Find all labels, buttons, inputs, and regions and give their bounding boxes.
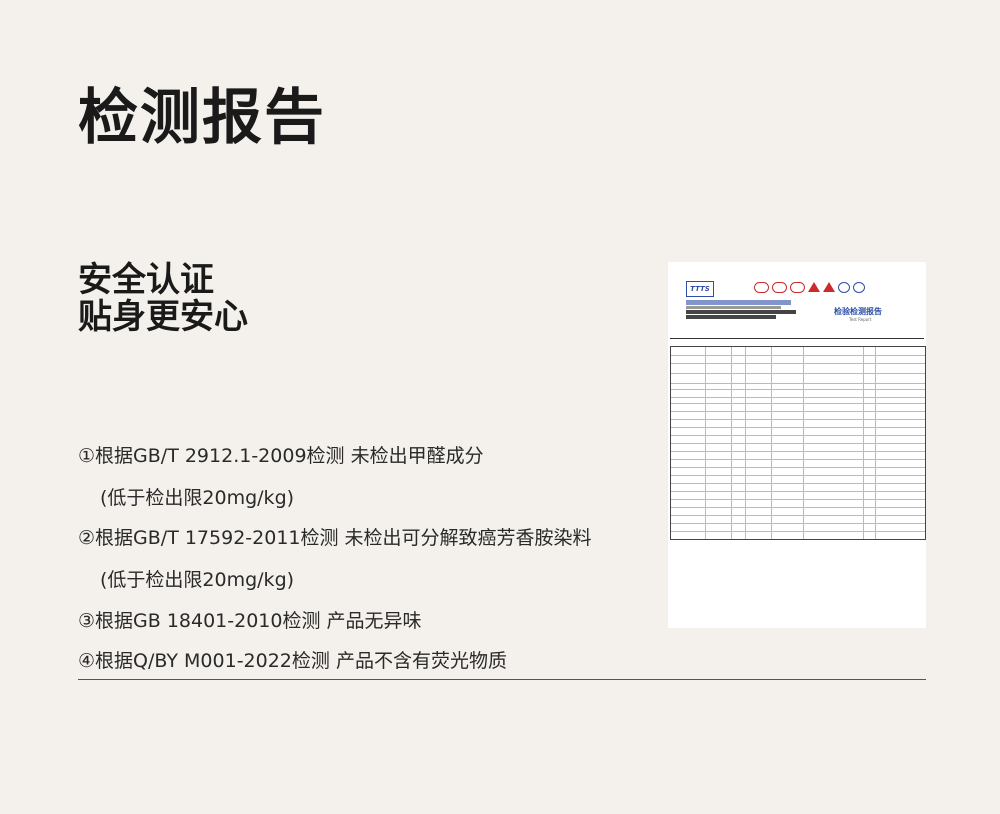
item-text: ③根据GB 18401-2010检测 产品无异味	[78, 609, 422, 632]
table-row-line	[671, 443, 925, 444]
table-row-line	[671, 419, 925, 420]
table-row-line	[671, 435, 925, 436]
table-row-line	[671, 467, 925, 468]
table-row-line	[671, 397, 925, 398]
table-row-line	[671, 427, 925, 428]
list-item: ①根据GB/T 2912.1-2009检测 未检出甲醛成分 (低于检出限20mg…	[78, 444, 658, 511]
report-rule	[670, 338, 924, 339]
certification-list: ①根据GB/T 2912.1-2009检测 未检出甲醛成分 (低于检出限20mg…	[78, 444, 658, 690]
list-item: ③根据GB 18401-2010检测 产品无异味	[78, 609, 658, 635]
section-subtitle: 安全认证 贴身更安心	[78, 260, 248, 338]
table-row-line	[671, 373, 925, 374]
table-row-line	[671, 483, 925, 484]
item-text: ②根据GB/T 17592-2011检测 未检出可分解致癌芳香胺染料	[78, 527, 592, 550]
subtitle-line-2: 贴身更安心	[78, 297, 248, 338]
item-text: ①根据GB/T 2912.1-2009检测 未检出甲醛成分	[78, 445, 484, 467]
test-report-image: TTTS 检验检测报告 Test Report	[668, 262, 926, 628]
item-text: ④根据Q/BY M001-2022检测 产品不含有荧光物质	[78, 650, 507, 673]
seal-icon	[790, 282, 805, 293]
table-col-line	[803, 347, 804, 539]
table-row-line	[671, 491, 925, 492]
report-org-lines	[686, 300, 801, 320]
table-row-line	[671, 403, 925, 404]
table-row-line	[671, 499, 925, 500]
report-table	[670, 346, 926, 540]
table-row-line	[671, 475, 925, 476]
table-row-line	[671, 531, 925, 532]
table-col-line	[731, 347, 732, 539]
table-row-line	[671, 355, 925, 356]
table-col-line	[705, 347, 706, 539]
seal-icon	[772, 282, 787, 293]
seal-icon	[823, 282, 835, 292]
table-col-line	[863, 347, 864, 539]
table-row-line	[671, 363, 925, 364]
cnas-seal-icon	[853, 282, 865, 293]
item-note: (低于检出限20mg/kg)	[100, 486, 295, 509]
item-note: (低于检出限20mg/kg)	[100, 568, 295, 591]
divider	[78, 679, 926, 680]
seal-icon	[838, 282, 850, 293]
page-title: 检测报告	[78, 83, 326, 153]
table-row-line	[671, 411, 925, 412]
table-row-line	[671, 459, 925, 460]
table-row-line	[671, 383, 925, 384]
table-col-line	[771, 347, 772, 539]
table-col-line	[875, 347, 876, 539]
table-row-line	[671, 523, 925, 524]
table-row-line	[671, 389, 925, 390]
table-col-line	[745, 347, 746, 539]
seal-icon	[754, 282, 769, 293]
seal-icon	[808, 282, 820, 292]
report-logo: TTTS	[686, 281, 714, 297]
table-row-line	[671, 451, 925, 452]
certification-seals	[754, 282, 865, 293]
subtitle-line-1: 安全认证	[78, 260, 214, 300]
list-item: ②根据GB/T 17592-2011检测 未检出可分解致癌芳香胺染料 (低于检出…	[78, 526, 658, 593]
table-row-line	[671, 507, 925, 508]
report-title: 检验检测报告	[834, 307, 882, 316]
list-item: ④根据Q/BY M001-2022检测 产品不含有荧光物质	[78, 649, 658, 675]
report-subtitle: Test Report	[849, 317, 872, 322]
table-row-line	[671, 515, 925, 516]
